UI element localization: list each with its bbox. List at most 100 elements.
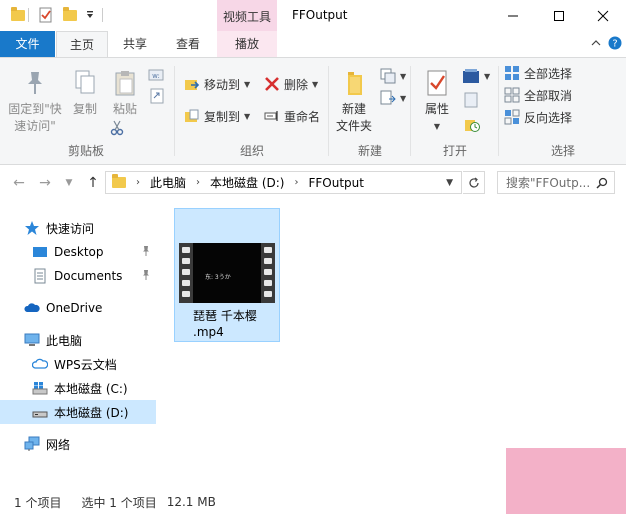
select-all-icon [505, 66, 519, 80]
nav-item-documents[interactable]: Documents [0, 264, 156, 288]
invert-selection-label: 反向选择 [524, 110, 573, 125]
breadcrumb-drive-d[interactable]: 本地磁盘 (D:) [210, 174, 284, 191]
cloud-outline-icon [32, 358, 48, 369]
file-item[interactable]: 东: 3うか 琵琶 千本樱 .mp4 [174, 208, 280, 342]
group-separator [498, 66, 499, 156]
open-button[interactable]: ▼ [462, 68, 490, 84]
delete-x-icon [265, 77, 279, 91]
nav-item-drive-d[interactable]: 本地磁盘 (D:) [0, 400, 156, 424]
forward-arrow-icon[interactable]: → [36, 174, 54, 192]
new-folder-icon[interactable] [60, 5, 80, 25]
address-bar[interactable]: › 此电脑 › 本地磁盘 (D:) › FFOutput ▼ [105, 171, 462, 194]
copy-path-icon[interactable]: w: [148, 68, 164, 85]
back-arrow-icon[interactable]: ← [10, 174, 28, 192]
tab-play[interactable]: 播放 [217, 31, 277, 57]
film-strip [179, 243, 193, 303]
window-title: FFOutput [292, 8, 348, 22]
dropdown-arrow-icon: ▼ [433, 122, 441, 131]
breadcrumb-separator-icon: › [196, 177, 201, 188]
tab-file[interactable]: 文件 [0, 31, 55, 57]
select-none-button[interactable]: 全部取消 [504, 85, 572, 105]
rename-label: 重命名 [284, 109, 321, 124]
dropdown-arrow-icon: ▼ [244, 111, 251, 121]
rename-icon [264, 111, 278, 121]
breadcrumb-ffoutput[interactable]: FFOutput [308, 176, 364, 190]
nav-item-quick-access[interactable]: 快速访问 [0, 216, 156, 240]
video-frame: 东: 3うか [193, 243, 261, 303]
select-none-icon [504, 87, 520, 103]
invert-selection-button[interactable]: 反向选择 [504, 107, 572, 127]
select-group-title: 选择 [550, 144, 575, 158]
new-folder-button[interactable]: 新建 文件夹 [332, 68, 376, 135]
pin-quick-access-button[interactable]: 固定到"快 速访问" [4, 68, 66, 135]
move-to-button[interactable]: 移动到 ▼ [184, 74, 250, 94]
new-folder-icon [348, 72, 362, 95]
edit-icon[interactable] [464, 92, 478, 111]
collapse-ribbon-chevron-icon[interactable] [590, 37, 602, 52]
new-item-button[interactable]: ▼ [380, 68, 406, 84]
copy-button[interactable]: 复制 [66, 68, 104, 118]
help-icon[interactable]: ? [608, 36, 622, 53]
breadcrumb-separator-icon: › [294, 177, 299, 188]
properties-button[interactable]: 属性 ▼ [418, 68, 456, 135]
new-group-title: 新建 [357, 144, 382, 158]
paste-button[interactable]: 粘贴 [106, 68, 144, 118]
divider [102, 8, 103, 22]
properties-label: 属性 [424, 102, 449, 116]
delete-button[interactable]: 删除 ▼ [264, 74, 318, 94]
minimize-button[interactable] [490, 0, 536, 31]
tab-home[interactable]: 主页 [56, 31, 108, 58]
new-folder-label-line1: 新建 [341, 102, 366, 116]
video-thumbnail: 东: 3うか [179, 243, 275, 303]
refresh-button[interactable] [463, 171, 485, 194]
nav-item-this-pc[interactable]: 此电脑 [0, 328, 156, 352]
paste-shortcut-icon[interactable] [150, 88, 164, 107]
search-input[interactable]: 搜索"FFOutp... [497, 171, 615, 194]
recent-locations-chevron-icon[interactable]: ▼ [60, 174, 78, 192]
properties-icon [427, 70, 447, 96]
nav-label: OneDrive [46, 301, 103, 315]
frame-caption: 东: 3うか [205, 274, 231, 281]
nav-item-onedrive[interactable]: OneDrive [0, 296, 156, 320]
history-icon[interactable] [464, 116, 480, 135]
nav-item-network[interactable]: 网络 [0, 432, 156, 456]
copy-to-button[interactable]: 复制到 ▼ [184, 106, 250, 126]
pin-label-line1: 固定到"快 [8, 102, 62, 116]
video-open-icon [463, 69, 479, 83]
nav-label: WPS云文档 [54, 357, 117, 372]
select-all-button[interactable]: 全部选择 [504, 63, 572, 83]
tab-view[interactable]: 查看 [164, 31, 212, 57]
move-to-icon [185, 80, 200, 90]
paste-icon [115, 71, 135, 96]
easy-access-button[interactable]: ▼ [380, 90, 406, 106]
folder-icon[interactable] [8, 5, 28, 25]
tab-share[interactable]: 共享 [110, 31, 160, 57]
nav-item-drive-c[interactable]: 本地磁盘 (C:) [0, 376, 156, 400]
new-item-icon [380, 68, 396, 84]
address-dropdown-chevron-icon[interactable]: ▼ [446, 178, 453, 188]
contextual-tab-group-label: 视频工具 [222, 10, 271, 24]
up-arrow-icon[interactable]: ↑ [84, 174, 102, 192]
nav-item-wps[interactable]: WPS云文档 [0, 352, 156, 376]
properties-check-icon[interactable] [36, 5, 56, 25]
nav-item-desktop[interactable]: Desktop [0, 240, 156, 264]
clipboard-group-title: 剪贴板 [67, 144, 104, 158]
dropdown-arrow-icon: ▼ [312, 79, 319, 89]
search-placeholder: 搜索"FFOutp... [506, 176, 591, 190]
drive-icon [32, 411, 48, 418]
pin-icon [143, 270, 149, 280]
file-name-line2: .mp4 [193, 325, 224, 339]
customize-toolbar-icon[interactable] [80, 5, 100, 25]
maximize-button[interactable] [536, 0, 582, 31]
close-button[interactable] [580, 0, 626, 31]
rename-button[interactable]: 重命名 [264, 106, 320, 126]
nav-label: 网络 [46, 437, 71, 452]
computer-icon [24, 333, 40, 346]
copy-label: 复制 [72, 102, 97, 116]
selected-count: 选中 1 个项目 [81, 495, 157, 510]
copy-to-icon [185, 109, 199, 122]
breadcrumb-this-pc[interactable]: 此电脑 [150, 174, 186, 191]
cut-icon[interactable] [110, 120, 124, 139]
title-bar: 视频工具 FFOutput [0, 0, 626, 31]
pin-label-line2: 速访问" [14, 119, 56, 133]
